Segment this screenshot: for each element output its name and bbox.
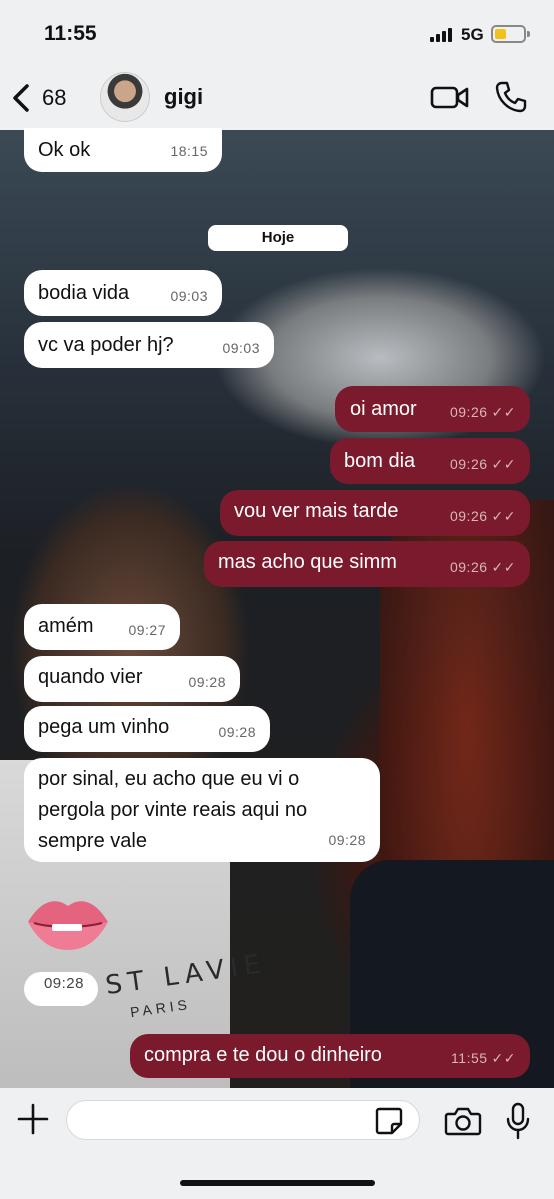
message-incoming[interactable]: 09:28 [24, 972, 98, 1006]
message-outgoing[interactable]: vou ver mais tarde 09:26 ✓✓ [220, 490, 530, 536]
read-receipt-icon: ✓✓ [491, 508, 516, 524]
message-time: 09:28 [43, 975, 84, 992]
message-time: 09:03 [222, 340, 260, 356]
message-incoming[interactable]: quando vier 09:28 [24, 656, 240, 702]
message-time: 09:28 [218, 724, 256, 740]
message-text: pega um vinho [38, 716, 170, 738]
lips-sticker[interactable] [24, 888, 112, 958]
message-time: 11:55 [451, 1050, 488, 1066]
message-text: oi amor [350, 398, 417, 420]
message-incoming[interactable]: Ok ok 18:15 [24, 128, 222, 172]
message-text: bom dia [344, 450, 416, 472]
message-list: Ok ok 18:15 bodia vida 09:03 vc va poder… [0, 0, 554, 1199]
message-incoming[interactable]: amém 09:27 [24, 604, 180, 650]
message-outgoing[interactable]: bom dia 09:26 ✓✓ [330, 438, 530, 484]
message-meta: 09:26 ✓✓ [450, 397, 516, 427]
read-receipt-icon: ✓✓ [491, 404, 516, 420]
message-text: por sinal, eu acho que eu vi o pergola p… [38, 768, 308, 852]
plus-icon[interactable] [16, 1102, 50, 1136]
message-outgoing[interactable]: mas acho que simm 09:26 ✓✓ [204, 541, 530, 587]
message-outgoing[interactable]: compra e te dou o dinheiro 11:55 ✓✓ [130, 1034, 530, 1078]
message-text: vc va poder hj? [38, 334, 174, 356]
message-input[interactable] [66, 1100, 420, 1140]
message-text: amém [38, 615, 94, 637]
message-incoming[interactable]: pega um vinho 09:28 [24, 706, 270, 752]
read-receipt-icon: ✓✓ [491, 1050, 516, 1066]
microphone-icon[interactable] [505, 1102, 531, 1140]
message-time: 09:28 [328, 832, 366, 848]
message-text: quando vier [38, 666, 143, 688]
camera-icon[interactable] [444, 1105, 482, 1137]
message-time: 09:26 [449, 508, 488, 524]
message-time: 09:26 [449, 559, 488, 575]
message-meta: 09:26 ✓✓ [450, 552, 516, 582]
message-text: bodia vida [38, 282, 130, 304]
message-meta: 09:26 ✓✓ [450, 449, 516, 479]
home-indicator [180, 1180, 375, 1186]
message-outgoing[interactable]: oi amor 09:26 ✓✓ [335, 386, 530, 432]
message-time: 09:26 [449, 456, 488, 472]
compose-bar [0, 1088, 554, 1199]
message-meta: 09:26 ✓✓ [450, 501, 516, 531]
message-time: 09:28 [188, 674, 226, 690]
message-time: 09:27 [128, 622, 166, 638]
message-incoming[interactable]: bodia vida 09:03 [24, 270, 222, 316]
message-meta: 11:55 ✓✓ [451, 1043, 516, 1073]
message-time: 09:26 [449, 404, 488, 420]
message-incoming[interactable]: por sinal, eu acho que eu vi o pergola p… [24, 758, 380, 862]
message-time: 09:03 [170, 288, 208, 304]
sticker-icon[interactable] [374, 1106, 404, 1136]
message-text: vou ver mais tarde [234, 500, 399, 522]
message-time: 18:15 [170, 143, 208, 159]
message-text: compra e te dou o dinheiro [144, 1044, 382, 1066]
message-incoming[interactable]: vc va poder hj? 09:03 [24, 322, 274, 368]
read-receipt-icon: ✓✓ [491, 559, 516, 575]
read-receipt-icon: ✓✓ [491, 456, 516, 472]
message-text: Ok ok [38, 139, 91, 161]
message-text: mas acho que simm [218, 551, 397, 573]
